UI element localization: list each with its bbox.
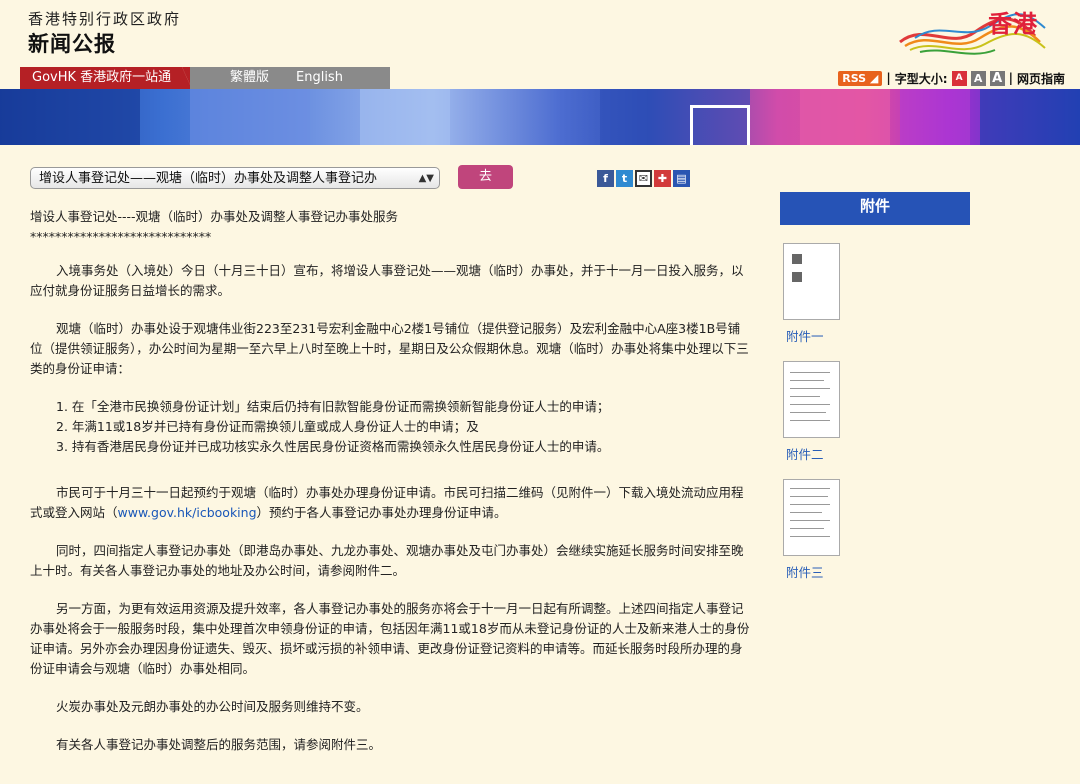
thumbnail-line bbox=[790, 496, 828, 497]
paragraph-2: 观塘（临时）办事处设于观塘伟业街223至231号宏利金融中心2楼1号铺位（提供登… bbox=[30, 321, 749, 376]
title-separator: ***************************** bbox=[30, 229, 212, 244]
paragraph-1: 入境事务处（入境处）今日（十月三十日）宣布，将增设人事登记处——观塘（临时）办事… bbox=[30, 263, 744, 298]
attachment-3-thumbnail[interactable] bbox=[783, 479, 840, 556]
font-medium-button[interactable]: A bbox=[970, 70, 986, 86]
thumbnail-line bbox=[790, 536, 830, 537]
thumbnail-line bbox=[790, 404, 830, 405]
tool-separator: | bbox=[1008, 71, 1013, 85]
rss-link[interactable]: RSS ◢ bbox=[838, 70, 883, 86]
article-title: 增设人事登记处----观塘（临时）办事处及调整人事登记办事处服务 bbox=[30, 209, 399, 224]
page-title: 新闻公报 bbox=[28, 32, 116, 56]
logo-text: 香港 bbox=[988, 10, 1038, 38]
attachment-1-link[interactable]: 附件一 bbox=[786, 326, 970, 345]
icbooking-link[interactable]: www.gov.hk/icbooking bbox=[118, 505, 257, 520]
page-header: 香港特别行政区政府 新闻公报 香港 bbox=[0, 0, 1080, 66]
govhk-link[interactable]: GovHK 香港政府一站通 bbox=[20, 67, 190, 89]
font-large-button[interactable]: A bbox=[989, 70, 1005, 86]
print-icon[interactable]: ▤ bbox=[673, 170, 690, 187]
thumbnail-line bbox=[790, 504, 830, 505]
paragraph-3: 市民可于十月三十一日起预约于观塘（临时）办事处办理身份证申请。市民可扫描二维码（… bbox=[30, 483, 750, 523]
thumbnail-line bbox=[790, 528, 824, 529]
web-guide-link[interactable]: 网页指南 bbox=[1017, 70, 1065, 87]
traditional-chinese-link[interactable]: 繁體版 bbox=[230, 67, 269, 89]
bookmark-icon[interactable]: ✚ bbox=[654, 170, 671, 187]
header-tools: RSS ◢ | 字型大小: A A A | 网页指南 bbox=[838, 67, 1065, 89]
share-toolbar: f t ✉ ✚ ▤ bbox=[597, 170, 690, 187]
thumbnail-line bbox=[790, 520, 830, 521]
font-small-button[interactable]: A bbox=[951, 70, 967, 86]
rss-icon: ◢ bbox=[869, 71, 879, 85]
government-name: 香港特别行政区政府 bbox=[28, 10, 182, 28]
attachments-heading: 附件 bbox=[780, 192, 970, 225]
rss-label: RSS bbox=[842, 71, 867, 85]
font-size-label: 字型大小: bbox=[894, 71, 948, 86]
paragraph-5: 另一方面，为更有效运用资源及提升效率，各人事登记办事处的服务亦将会于十一月一日起… bbox=[30, 601, 750, 676]
content-area: 增设人事登记处——观塘（临时）办事处及调整人事登记办 ▲▼ 去 f t ✉ ✚ … bbox=[0, 145, 1080, 784]
attachment-2-link[interactable]: 附件二 bbox=[786, 444, 970, 463]
paragraph-6: 火炭办事处及元朗办事处的办公时间及服务则维持不变。 bbox=[56, 699, 369, 714]
attachments-sidebar: 附件 附件一 附件二 附件三 bbox=[780, 192, 970, 597]
english-link[interactable]: English bbox=[296, 67, 343, 89]
thumbnail-line bbox=[790, 412, 826, 413]
qr-code-icon bbox=[792, 272, 802, 282]
thumbnail-line bbox=[790, 380, 824, 381]
facebook-icon[interactable]: f bbox=[597, 170, 614, 187]
language-bar: 繁體版 English bbox=[190, 67, 390, 89]
thumbnail-line bbox=[790, 512, 822, 513]
list-item: 1. 在「全港市民换领身份证计划」结束后仍持有旧款智能身份证而需换领新智能身份证… bbox=[56, 399, 610, 414]
qr-code-icon bbox=[792, 254, 802, 264]
email-icon[interactable]: ✉ bbox=[635, 170, 652, 187]
article-body: 增设人事登记处----观塘（临时）办事处及调整人事登记办事处服务 *******… bbox=[30, 207, 750, 773]
press-release-select[interactable]: 增设人事登记处——观塘（临时）办事处及调整人事登记办 ▲▼ bbox=[30, 167, 440, 189]
thumbnail-line bbox=[790, 396, 820, 397]
list-item: 2. 年满11或18岁并已持有身份证而需换领儿童或成人身份证人士的申请；及 bbox=[56, 419, 479, 434]
twitter-icon[interactable]: t bbox=[616, 170, 633, 187]
thumbnail-line bbox=[790, 388, 830, 389]
list-item: 3. 持有香港居民身份证并已成功核实永久性居民身份证资格而需换领永久性居民身份证… bbox=[56, 439, 610, 454]
select-arrows-icon: ▲▼ bbox=[418, 173, 434, 184]
thumbnail-line bbox=[790, 488, 830, 489]
paragraph-7: 有关各人事登记办事处调整后的服务范围，请参阅附件三。 bbox=[56, 737, 382, 752]
select-value: 增设人事登记处——观塘（临时）办事处及调整人事登记办 bbox=[39, 171, 378, 186]
attachment-3-link[interactable]: 附件三 bbox=[786, 562, 970, 581]
paragraph-3-text-end: ）预约于各人事登记办事处办理身份证申请。 bbox=[256, 505, 507, 520]
header-banner-image bbox=[0, 89, 1080, 145]
tool-separator: | bbox=[886, 71, 891, 85]
top-navigation-bar: GovHK 香港政府一站通 繁體版 English RSS ◢ | 字型大小: … bbox=[20, 67, 1065, 89]
attachment-2-thumbnail[interactable] bbox=[783, 361, 840, 438]
brand-hong-kong-logo[interactable]: 香港 bbox=[895, 2, 1060, 58]
thumbnail-line bbox=[790, 420, 830, 421]
go-button[interactable]: 去 bbox=[458, 165, 513, 189]
application-type-list: 1. 在「全港市民换领身份证计划」结束后仍持有旧款智能身份证而需换领新智能身份证… bbox=[30, 397, 750, 457]
thumbnail-line bbox=[790, 372, 830, 373]
attachment-1-thumbnail[interactable] bbox=[783, 243, 840, 320]
paragraph-4: 同时，四间指定人事登记办事处（即港岛办事处、九龙办事处、观塘办事处及屯门办事处）… bbox=[30, 543, 744, 578]
